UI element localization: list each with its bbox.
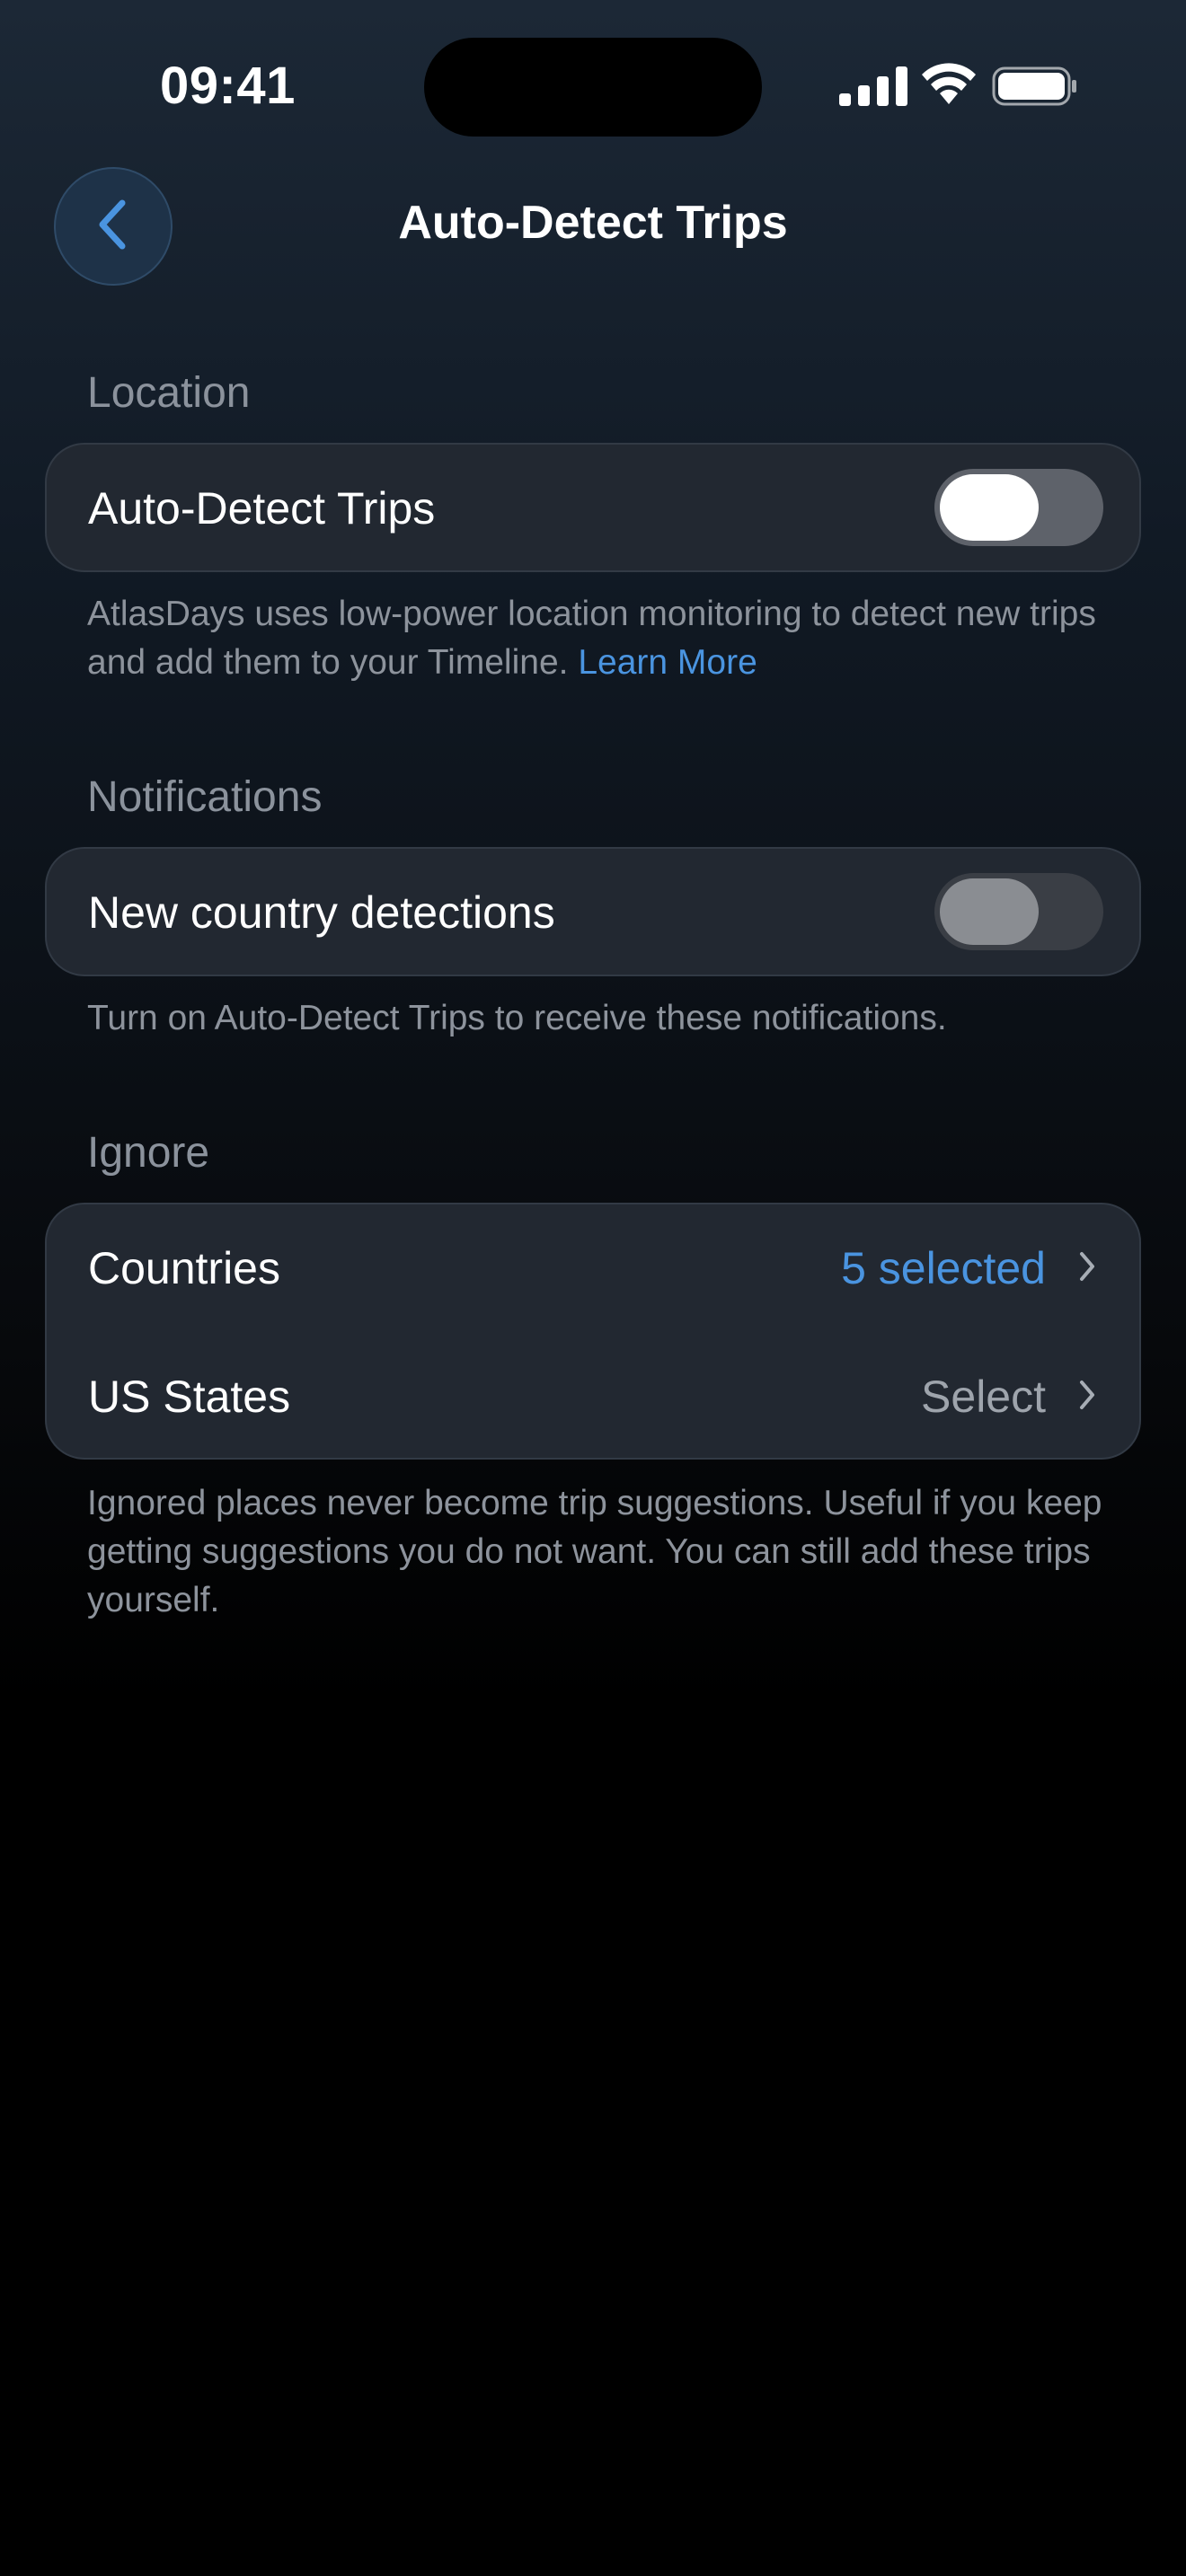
us-states-row[interactable]: US States Select <box>47 1333 1139 1461</box>
new-country-detections-toggle[interactable] <box>934 873 1103 950</box>
toggle-knob <box>940 474 1039 541</box>
countries-value: 5 selected <box>841 1243 1046 1293</box>
section-header-notifications: Notifications <box>87 773 323 821</box>
battery-icon <box>992 66 1078 110</box>
chevron-right-icon <box>1078 1251 1096 1286</box>
section-header-ignore: Ignore <box>87 1129 210 1177</box>
us-states-label: US States <box>88 1372 291 1422</box>
countries-row[interactable]: Countries 5 selected <box>47 1204 1139 1333</box>
toggle-knob <box>940 878 1039 945</box>
countries-label: Countries <box>88 1243 280 1293</box>
ignore-card: Countries 5 selected US States Select <box>45 1203 1141 1460</box>
us-states-value: Select <box>921 1372 1046 1422</box>
learn-more-link[interactable]: Learn More <box>578 643 757 682</box>
auto-detect-card: Auto-Detect Trips <box>45 443 1141 572</box>
wifi-icon <box>922 63 976 110</box>
notifications-card: New country detections <box>45 847 1141 976</box>
ignore-footnote: Ignored places never become trip suggest… <box>87 1484 1102 1619</box>
cellular-signal-icon <box>839 66 909 110</box>
auto-detect-toggle[interactable] <box>934 469 1103 546</box>
page-title: Auto-Detect Trips <box>398 197 788 249</box>
status-icons <box>839 63 1082 108</box>
dynamic-island <box>424 38 762 137</box>
location-footnote: AtlasDays uses low-power location monito… <box>87 590 1102 687</box>
auto-detect-label: Auto-Detect Trips <box>88 483 436 534</box>
section-header-location: Location <box>87 369 251 417</box>
notifications-footnote: Turn on Auto-Detect Trips to receive the… <box>87 999 947 1037</box>
status-time: 09:41 <box>160 57 296 115</box>
new-country-detections-label: New country detections <box>88 887 555 938</box>
chevron-right-icon <box>1078 1380 1096 1415</box>
